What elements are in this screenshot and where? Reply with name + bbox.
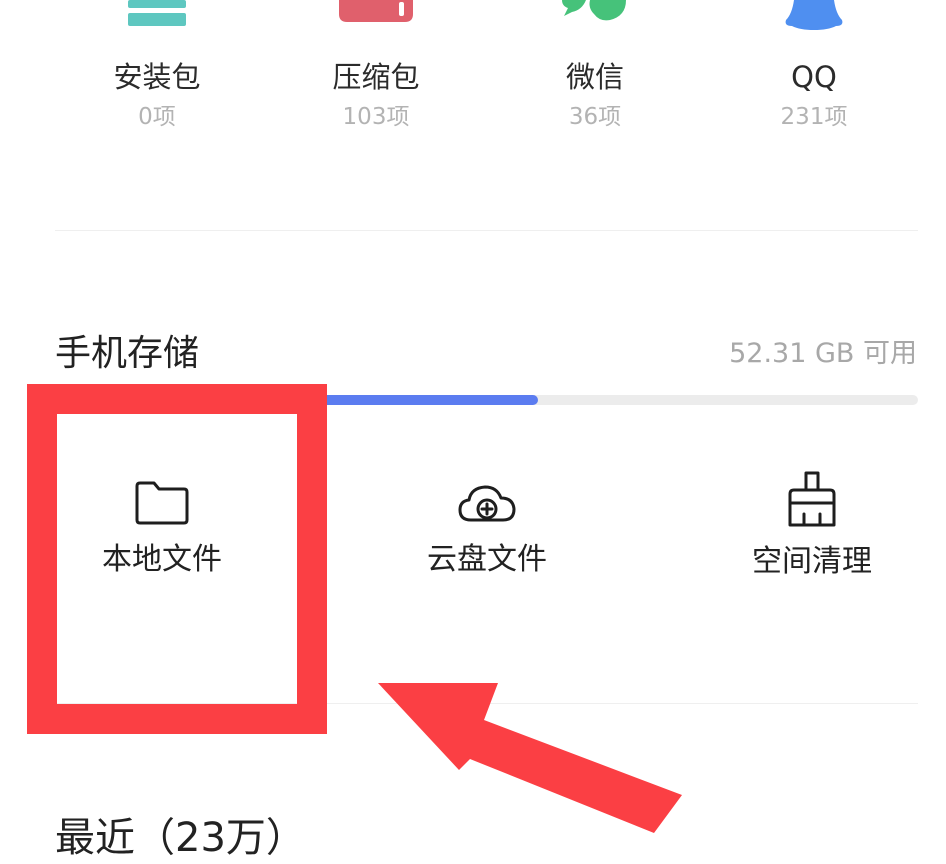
package-icon: [128, 0, 186, 26]
qq-icon: [785, 0, 843, 30]
category-qq[interactable]: QQ 231项: [714, 0, 914, 140]
tool-label: 本地文件: [102, 542, 222, 577]
cloud-files-button[interactable]: 云盘文件: [372, 480, 602, 610]
storage-title: 手机存储: [55, 333, 200, 374]
storage-usage-bar: [55, 395, 918, 405]
category-package[interactable]: 安装包 0项: [57, 0, 257, 140]
category-archive[interactable]: 压缩包 103项: [276, 0, 476, 140]
storage-available: 52.31 GB 可用: [729, 338, 917, 369]
local-files-button[interactable]: 本地文件: [47, 480, 277, 610]
section-divider: [55, 230, 918, 231]
storage-usage-fill: [55, 395, 539, 405]
category-label: 安装包: [113, 60, 201, 94]
cloud-upload-icon: [458, 485, 516, 522]
section-divider: [55, 703, 918, 704]
category-count: 231项: [780, 104, 848, 130]
tool-label: 空间清理: [752, 544, 872, 579]
wechat-icon: [562, 0, 626, 21]
archive-icon: [339, 0, 413, 22]
recent-title: 最近（23万）: [55, 815, 306, 861]
category-label: 微信: [565, 60, 624, 94]
space-cleanup-button[interactable]: 空间清理: [697, 471, 927, 610]
category-wechat[interactable]: 微信 36项: [495, 0, 695, 140]
folder-icon: [135, 481, 189, 525]
tool-label: 云盘文件: [427, 542, 547, 577]
category-label: 压缩包: [332, 60, 420, 94]
broom-icon: [788, 471, 836, 527]
category-count: 36项: [568, 104, 622, 130]
category-label: QQ: [791, 60, 837, 94]
category-row: 安装包 0项 压缩包 103项 微信 36项 QQ 231项: [0, 0, 946, 140]
category-count: 103项: [342, 104, 410, 130]
category-count: 0项: [138, 104, 176, 130]
